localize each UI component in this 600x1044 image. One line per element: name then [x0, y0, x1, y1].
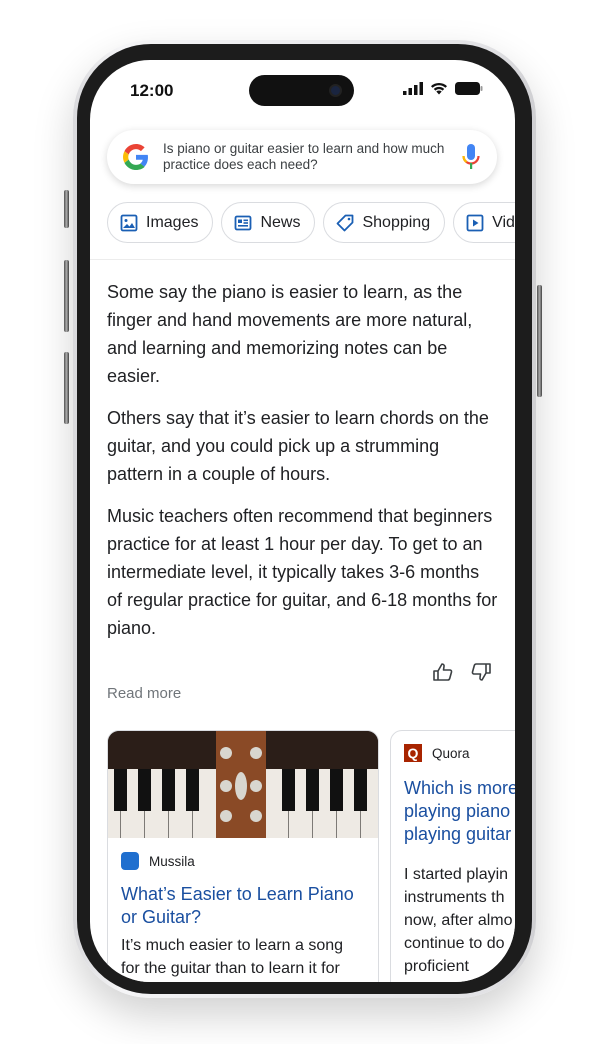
wifi-icon: [431, 82, 447, 95]
answer-paragraph: Others say that it’s easier to learn cho…: [107, 408, 489, 484]
chip-videos[interactable]: Videos: [453, 202, 515, 243]
status-bar: 12:00: [90, 60, 515, 120]
tag-icon: [337, 214, 354, 231]
ai-answer: Some say the piano is easier to learn, a…: [107, 278, 499, 656]
image-icon: [120, 214, 138, 231]
source-card[interactable]: Mussila What’s Easier to Learn Piano or …: [107, 730, 379, 982]
card-title[interactable]: What’s Easier to Learn Piano or Guitar?: [121, 883, 365, 929]
dynamic-island: [249, 75, 354, 106]
search-bar[interactable]: Is piano or guitar easier to learn and h…: [107, 130, 497, 184]
power-button: [537, 285, 542, 397]
card-snippet: It’s much easier to learn a song for the…: [121, 937, 344, 977]
volume-down-button: [64, 352, 69, 424]
thumbs-down-icon[interactable]: [471, 663, 491, 681]
read-more-link[interactable]: Read more: [107, 685, 181, 702]
status-time: 12:00: [130, 81, 174, 100]
chip-shopping[interactable]: Shopping: [323, 202, 446, 243]
silent-switch: [64, 190, 69, 228]
card-title[interactable]: Which is more playing piano playing guit…: [404, 777, 515, 846]
chip-label: Images: [146, 213, 199, 231]
camera-icon: [329, 84, 342, 97]
card-source: Quora: [432, 745, 470, 761]
search-query[interactable]: Is piano or guitar easier to learn and h…: [163, 141, 461, 173]
answer-paragraph: Some say the piano is easier to learn, a…: [107, 282, 473, 386]
battery-icon: [455, 82, 483, 95]
chip-images[interactable]: Images: [107, 202, 214, 243]
source-card[interactable]: Q Quora Which is more playing piano playi…: [390, 730, 515, 982]
signal-icon: [403, 82, 423, 95]
answer-paragraph: Music teachers often recommend that begi…: [107, 506, 498, 638]
mussila-logo-icon: [121, 852, 139, 870]
quora-logo-icon: Q: [404, 744, 422, 762]
card-snippet: I started playin instruments th now, aft…: [404, 866, 513, 975]
divider: [90, 259, 515, 260]
chip-label: Videos: [492, 213, 515, 231]
thumbs-up-icon[interactable]: [433, 663, 453, 681]
microphone-icon[interactable]: [461, 143, 481, 171]
news-icon: [235, 215, 252, 230]
phone-bezel: 12:00 Is piano or guitar easier to learn…: [77, 44, 532, 994]
search-filter-chips: Images News Shopping Videos: [107, 202, 515, 243]
play-icon: [466, 214, 484, 231]
google-logo-icon: [123, 144, 148, 170]
chip-label: Shopping: [362, 213, 431, 231]
feedback-buttons: [433, 663, 491, 681]
chip-label: News: [260, 213, 301, 231]
phone-frame: 12:00 Is piano or guitar easier to learn…: [73, 40, 536, 998]
screen: 12:00 Is piano or guitar easier to learn…: [90, 60, 515, 982]
piano-guitar-image: [108, 731, 378, 838]
volume-up-button: [64, 260, 69, 332]
chip-news[interactable]: News: [221, 202, 316, 243]
card-source: Mussila: [149, 853, 195, 869]
